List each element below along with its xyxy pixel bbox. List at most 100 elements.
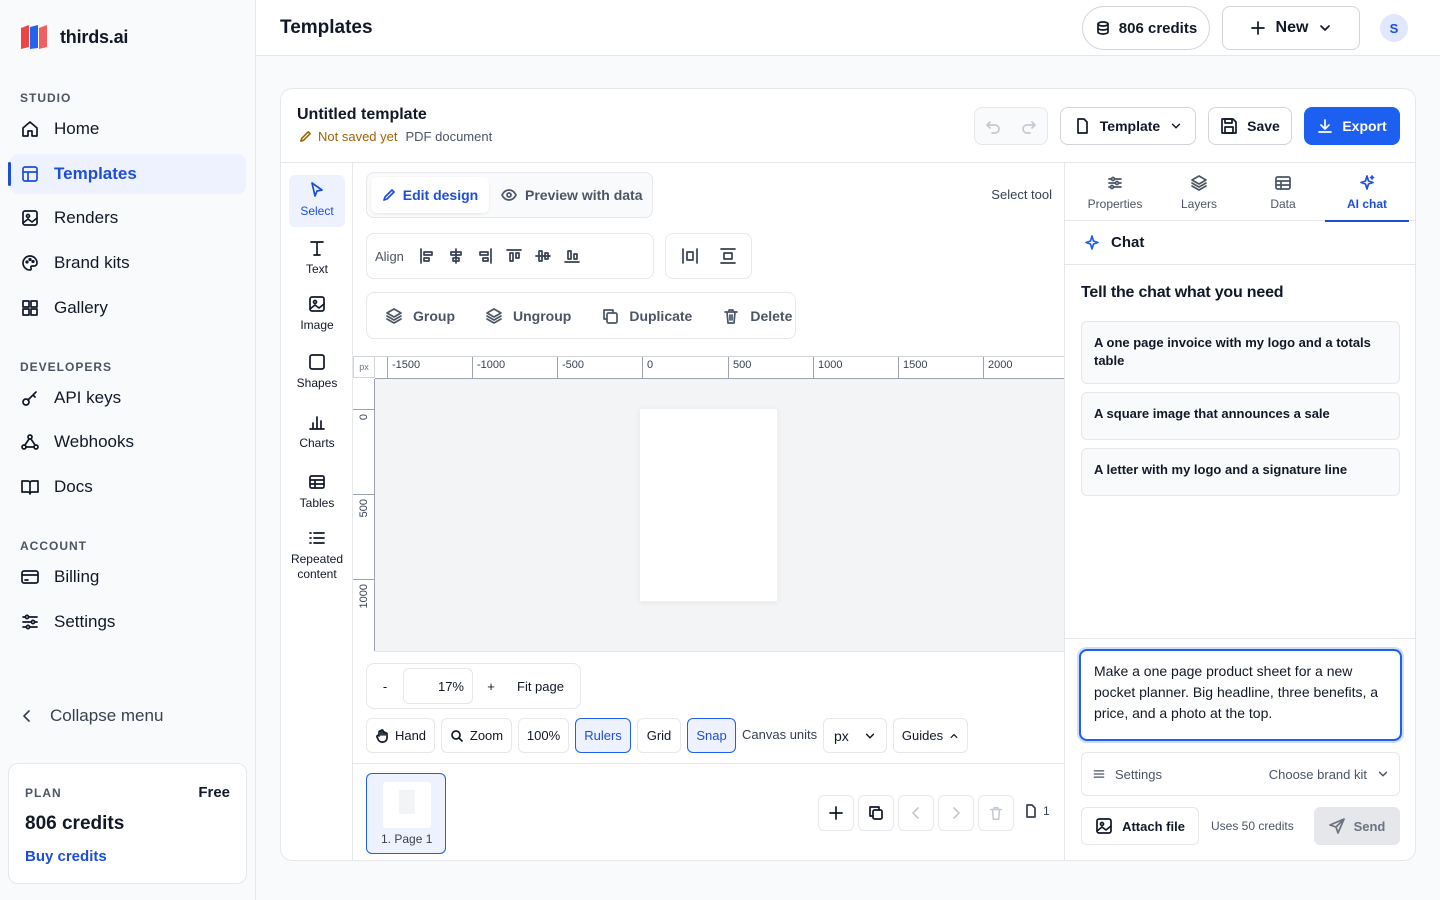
zoom-in-button[interactable]: + [473, 679, 509, 694]
chevron-down-icon [1320, 25, 1331, 31]
sidebar-item-billing[interactable]: Billing [10, 557, 246, 597]
align-left-icon[interactable] [418, 247, 436, 265]
template-dropdown[interactable]: Template [1060, 107, 1196, 145]
tool-shapes[interactable]: Shapes [289, 353, 345, 391]
distribute-vertical-icon[interactable] [719, 247, 737, 265]
brand-logo[interactable]: thirds.ai [20, 24, 128, 50]
pages-strip: 1. Page 1 1 [353, 763, 1064, 860]
align-top-icon[interactable] [505, 247, 523, 265]
align-center-horizontal-icon[interactable] [447, 247, 465, 265]
vertical-ruler[interactable]: 0 500 1000 [353, 379, 375, 651]
new-label: New [1275, 19, 1309, 36]
file-icon [1026, 804, 1036, 818]
zoom-100-button[interactable]: 100% [518, 718, 569, 753]
tool-charts[interactable]: Charts [289, 413, 345, 451]
plus-icon [829, 806, 843, 820]
attach-file-button[interactable]: Attach file [1081, 807, 1199, 845]
sidebar-item-label: Billing [54, 567, 100, 586]
sidebar-item-home[interactable]: Home [10, 109, 246, 149]
align-bottom-icon[interactable] [563, 247, 581, 265]
sidebar-item-gallery[interactable]: Gallery [10, 288, 246, 328]
canvas-area: Edit design Preview with data Select too… [353, 163, 1064, 860]
sidebar-item-renders[interactable]: Renders [10, 198, 246, 238]
add-page-button[interactable] [818, 795, 854, 831]
buy-credits-link[interactable]: Buy credits [25, 848, 107, 865]
horizontal-ruler[interactable]: -1500 -1000 -500 0 500 1000 1500 2000 [375, 356, 1064, 379]
sidebar-item-settings[interactable]: Settings [10, 602, 246, 642]
align-right-icon[interactable] [476, 247, 494, 265]
next-page-button[interactable] [938, 795, 974, 831]
chat-settings-button[interactable]: Settings [1092, 767, 1162, 782]
export-button[interactable]: Export [1304, 107, 1400, 145]
previous-page-button[interactable] [898, 795, 934, 831]
sidebar-item-webhooks[interactable]: Webhooks [10, 422, 246, 462]
zoom-out-button[interactable]: - [367, 679, 403, 694]
avatar[interactable]: S [1380, 14, 1408, 42]
tool-image[interactable]: Image [289, 295, 345, 333]
send-button[interactable]: Send [1314, 807, 1400, 845]
suggestion-item[interactable]: A square image that announces a sale [1081, 392, 1400, 440]
brand-kit-row[interactable]: Settings Choose brand kit [1081, 752, 1400, 796]
page-artboard[interactable] [640, 409, 777, 601]
file-icon [1076, 118, 1088, 134]
sidebar-item-brand-kits[interactable]: Brand kits [10, 243, 246, 283]
cursor-icon [311, 182, 323, 197]
tool-text[interactable]: Text [289, 239, 345, 277]
zoom-input[interactable]: 17% [403, 668, 473, 704]
thirds-logo-icon [21, 25, 47, 49]
tab-layers[interactable]: Layers [1157, 163, 1241, 221]
duplicate-page-button[interactable] [858, 795, 894, 831]
align-center-vertical-icon[interactable] [534, 247, 552, 265]
chat-message-input[interactable]: Make a one page product sheet for a new … [1079, 649, 1402, 741]
duplicate-button[interactable]: Duplicate [601, 307, 692, 325]
undo-icon[interactable] [985, 118, 1001, 134]
tool-select[interactable]: Select [289, 175, 345, 227]
tab-data[interactable]: Data [1241, 163, 1325, 221]
tool-repeated-content[interactable]: Repeated content [289, 529, 345, 582]
preview-with-data-tab[interactable]: Preview with data [501, 177, 642, 213]
template-dropdown-label: Template [1099, 118, 1161, 134]
grid-toggle[interactable]: Grid [637, 718, 681, 753]
layers-icon [1191, 174, 1207, 191]
save-button[interactable]: Save [1208, 107, 1292, 145]
brand-kit-select[interactable]: Choose brand kit [1269, 767, 1389, 782]
delete-button[interactable]: Delete [722, 307, 792, 325]
suggestion-item[interactable]: A letter with my logo and a signature li… [1081, 448, 1400, 496]
chat-title: Chat [1111, 234, 1145, 251]
edit-design-tab[interactable]: Edit design [371, 177, 489, 213]
tab-ai-chat[interactable]: AI chat [1325, 163, 1409, 222]
ruler-tick: 1500 [898, 357, 927, 379]
new-button[interactable]: New [1222, 6, 1360, 50]
ruler-tick: 1000 [353, 579, 375, 608]
pencil-icon [382, 189, 395, 201]
tab-properties[interactable]: Properties [1073, 163, 1157, 221]
ungroup-label: Ungroup [513, 307, 572, 324]
snap-toggle[interactable]: Snap [687, 718, 736, 753]
tool-tables[interactable]: Tables [289, 473, 345, 511]
rulers-toggle[interactable]: Rulers [575, 718, 631, 753]
layers-icon [486, 307, 502, 324]
page-thumbnail[interactable]: 1. Page 1 [366, 773, 446, 854]
suggestion-item[interactable]: A one page invoice with my logo and a to… [1081, 321, 1400, 384]
distribute-horizontal-icon[interactable] [681, 247, 699, 265]
group-button[interactable]: Group [385, 307, 455, 325]
plus-icon [1250, 21, 1265, 35]
sidebar-item-docs[interactable]: Docs [10, 467, 246, 507]
ungroup-button[interactable]: Ungroup [485, 307, 571, 325]
hand-tool-button[interactable]: Hand [366, 718, 435, 753]
sidebar-item-api-keys[interactable]: API keys [10, 378, 246, 418]
zoom-tool-button[interactable]: Zoom [441, 718, 512, 753]
ruler-tick: 0 [353, 409, 375, 420]
sliders-icon [1108, 176, 1122, 189]
credits-button[interactable]: 806 credits [1082, 6, 1210, 50]
guides-dropdown[interactable]: Guides [893, 718, 968, 753]
sidebar-item-templates[interactable]: Templates [8, 154, 246, 194]
design-canvas[interactable] [375, 379, 1064, 652]
redo-icon[interactable] [1021, 118, 1037, 134]
canvas-units-select[interactable]: px [823, 718, 887, 753]
delete-page-button[interactable] [978, 795, 1014, 831]
fit-page-button[interactable]: Fit page [517, 679, 564, 694]
hand-icon [376, 728, 388, 743]
template-name[interactable]: Untitled template [297, 106, 427, 124]
collapse-menu-button[interactable]: Collapse menu [20, 706, 163, 726]
